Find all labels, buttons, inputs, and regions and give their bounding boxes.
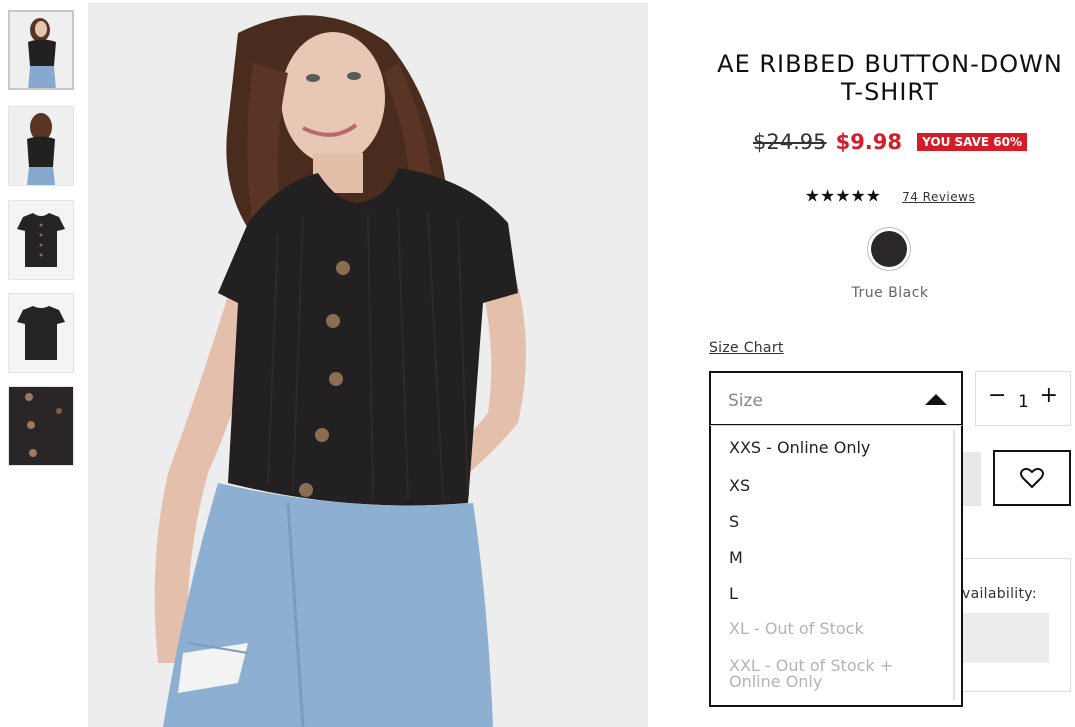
dropdown-scrollbar[interactable] [953, 430, 955, 700]
thumbnail-model-back[interactable] [8, 106, 74, 186]
reviews-link[interactable]: 74 Reviews [902, 190, 975, 204]
size-option-xxl: XXL - Out of Stock + Online Only [729, 656, 894, 691]
quantity-increase-button[interactable]: + [1040, 384, 1058, 408]
product-title-line1: AE RIBBED BUTTON-DOWN [717, 50, 1063, 78]
size-select[interactable]: Size [709, 371, 963, 426]
main-product-image [88, 3, 648, 727]
size-select-placeholder: Size [728, 391, 763, 411]
sale-price: $9.98 [835, 130, 903, 154]
savings-badge: YOU SAVE 60% [917, 133, 1027, 151]
size-option-xs[interactable]: XS [729, 476, 750, 495]
size-option-l[interactable]: L [729, 584, 738, 603]
color-name-label: True Black [851, 285, 929, 301]
color-swatch-true-black[interactable] [867, 227, 911, 271]
product-title: AE RIBBED BUTTON-DOWN T-SHIRT [705, 50, 1075, 106]
thumbnail-image [9, 294, 73, 372]
size-option-xl: XL - Out of Stock [729, 619, 864, 638]
original-price: $24.95 [753, 130, 827, 154]
rating-row: ★★★★★ 74 Reviews [705, 186, 1075, 207]
swatch-fill [871, 231, 907, 267]
thumbnail-image [9, 201, 73, 279]
star-rating-icon: ★★★★★ [804, 186, 881, 207]
price-row: $24.95 $9.98 YOU SAVE 60% [705, 130, 1075, 154]
thumbnail-image [10, 12, 72, 88]
thumbnail-image [9, 107, 73, 185]
thumbnail-flat-front[interactable] [8, 200, 74, 280]
store-availability-label: vailability: [962, 586, 1037, 602]
size-option-xxs[interactable]: XXS - Online Only [729, 438, 870, 457]
thumbnail-flat-back[interactable] [8, 293, 74, 373]
store-availability-button[interactable] [962, 613, 1049, 663]
quantity-value[interactable]: 1 [1018, 392, 1029, 412]
thumbnail-image [9, 387, 73, 465]
thumbnail-model-front[interactable] [8, 10, 74, 90]
model-illustration [88, 3, 648, 727]
size-chart-link[interactable]: Size Chart [709, 340, 784, 356]
heart-icon [1020, 467, 1044, 488]
product-title-line2: T-SHIRT [840, 78, 940, 106]
wishlist-button[interactable] [993, 450, 1071, 506]
caret-up-icon [925, 394, 947, 405]
size-option-m[interactable]: M [729, 548, 743, 567]
quantity-stepper: − 1 + [975, 371, 1071, 426]
add-to-bag-button[interactable] [962, 452, 981, 506]
size-dropdown-list: XXS - Online Only XS S M L XL - Out of S… [709, 425, 963, 707]
size-option-s[interactable]: S [729, 512, 739, 531]
quantity-decrease-button[interactable]: − [988, 384, 1006, 408]
thumbnail-fabric-detail[interactable] [8, 386, 74, 466]
